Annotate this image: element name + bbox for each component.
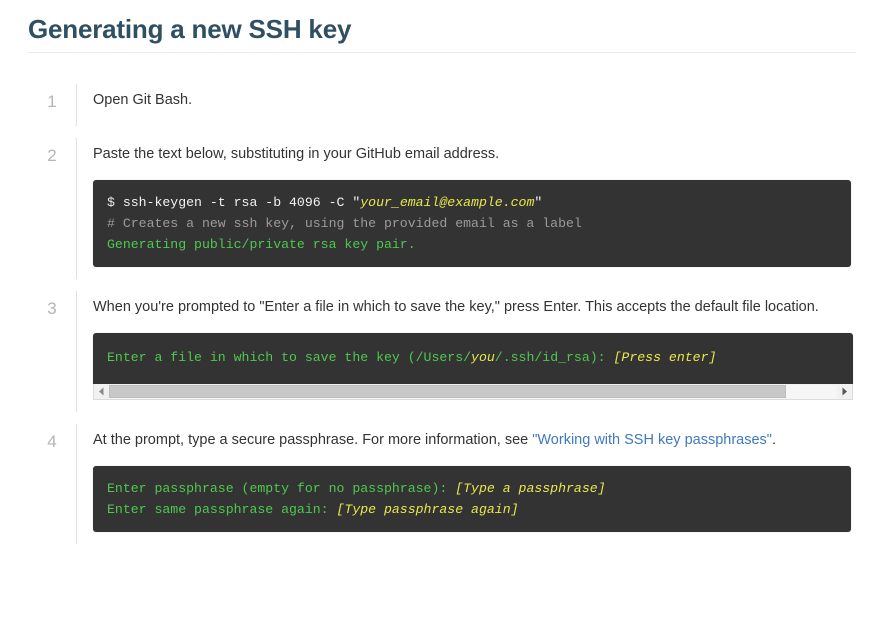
code-line: Generating public/private rsa key pair. <box>107 234 837 255</box>
code-line: $ ssh-keygen -t rsa -b 4096 -C "your_ema… <box>107 192 837 213</box>
step-text: At the prompt, type a secure passphrase.… <box>93 428 858 452</box>
article-page: Generating a new SSH key 1 Open Git Bash.… <box>0 0 883 644</box>
code-line: Enter a file in which to save the key (/… <box>107 347 839 368</box>
step-item: 2 Paste the text below, substituting in y… <box>28 132 858 285</box>
page-title: Generating a new SSH key <box>28 14 352 44</box>
code-token-ph: [Type a passphrase] <box>455 481 606 496</box>
horizontal-scrollbar[interactable] <box>93 384 853 400</box>
step-number: 3 <box>47 299 57 318</box>
scrollbar-thumb[interactable] <box>109 384 787 398</box>
step-number: 2 <box>47 146 57 165</box>
code-block-content: $ ssh-keygen -t rsa -b 4096 -C "your_ema… <box>93 180 851 267</box>
code-block: Enter passphrase (empty for no passphras… <box>93 466 851 532</box>
step-text: When you're prompted to "Enter a file in… <box>93 299 819 315</box>
step-number: 1 <box>47 92 57 111</box>
step-text: Paste the text below, substituting in yo… <box>93 146 500 162</box>
steps-list: 1 Open Git Bash. 2 Paste the text below, su… <box>28 78 858 550</box>
step-body: At the prompt, type a secure passphrase.… <box>77 418 858 532</box>
scroll-left-arrow-icon[interactable] <box>94 384 109 399</box>
code-block: Enter a file in which to save the key (/… <box>93 333 853 384</box>
code-token-cmd: ssh-keygen -t rsa -b 4096 -C <box>122 195 353 210</box>
code-token-ph: [Press enter] <box>613 350 717 365</box>
code-block-content: Enter a file in which to save the key (/… <box>93 333 853 384</box>
ssh-passphrases-link[interactable]: "Working with SSH key passphrases" <box>532 432 772 448</box>
code-token-ph: [Type passphrase again] <box>336 502 519 517</box>
code-token-comment: # Creates a new ssh key, using the provi… <box>107 216 582 231</box>
step-item: 3 When you're prompted to "Enter a file i… <box>28 285 858 418</box>
code-token-out: Generating public/private rsa key pair. <box>107 237 416 252</box>
article-header: Generating a new SSH key <box>28 12 856 53</box>
title-divider <box>28 52 856 53</box>
code-token-green: Enter a file in which to save the key (/… <box>107 350 472 365</box>
step-number: 4 <box>47 432 57 451</box>
code-line: Enter same passphrase again: [Type passp… <box>107 499 837 520</box>
step-body: When you're prompted to "Enter a file in… <box>77 285 858 400</box>
scroll-right-arrow-icon[interactable] <box>837 384 852 399</box>
step-item: 1 Open Git Bash. <box>28 78 858 132</box>
code-token-ph: you <box>471 350 495 365</box>
code-token-green: Enter same passphrase again: <box>107 502 337 517</box>
step-body: Open Git Bash. <box>77 78 858 112</box>
step-body: Paste the text below, substituting in yo… <box>77 132 858 267</box>
code-token-prompt: $ <box>107 195 123 210</box>
code-token-green: /.ssh/id_rsa): <box>494 350 614 365</box>
code-block: $ ssh-keygen -t rsa -b 4096 -C "your_ema… <box>93 180 851 267</box>
code-token-green: Enter passphrase (empty for no passphras… <box>107 481 456 496</box>
code-line: Enter passphrase (empty for no passphras… <box>107 478 837 499</box>
code-block-content: Enter passphrase (empty for no passphras… <box>93 466 851 532</box>
step-item: 4 At the prompt, type a secure passphrase… <box>28 418 858 550</box>
code-token-ph: your_email@example.com <box>360 195 535 210</box>
step-text-after-link: . <box>771 432 776 448</box>
scrollbar-track[interactable] <box>109 384 837 399</box>
step-text: Open Git Bash. <box>93 92 193 108</box>
code-token-quote: " <box>534 195 543 210</box>
step-text-before-link: At the prompt, type a secure passphrase.… <box>93 432 533 448</box>
code-line: # Creates a new ssh key, using the provi… <box>107 213 837 234</box>
